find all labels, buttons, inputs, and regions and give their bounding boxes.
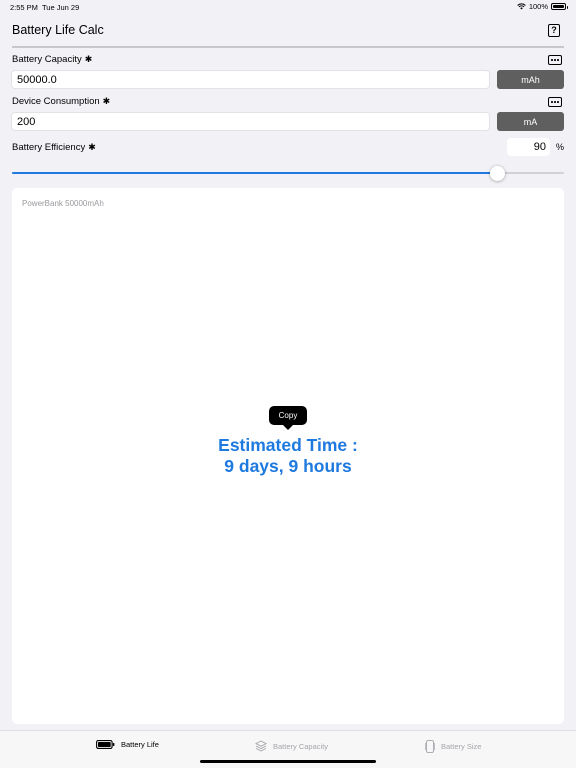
capacity-unit-button[interactable]: mAh	[497, 70, 564, 89]
status-battery-percent: 100%	[528, 2, 548, 11]
required-icon: ✱	[84, 54, 93, 64]
capacity-label-text: Battery Capacity	[12, 54, 82, 65]
home-indicator	[200, 760, 376, 763]
consumption-more-button[interactable]	[548, 97, 562, 107]
tab-battery-life[interactable]: Battery Life	[96, 740, 159, 749]
percent-sign: %	[555, 142, 564, 152]
result-caption: PowerBank 50000mAh	[22, 199, 104, 208]
tab-battery-life-label: Battery Life	[121, 740, 159, 749]
required-icon: ✱	[102, 96, 111, 106]
capacity-label: Battery Capacity ✱	[12, 54, 92, 65]
phone-size-icon	[425, 740, 435, 753]
efficiency-slider-thumb[interactable]	[490, 165, 506, 181]
status-time: 2:55 PM	[10, 3, 38, 12]
wifi-icon	[517, 3, 526, 10]
status-bar: 2:55 PM Tue Jun 29 100%	[0, 0, 576, 14]
status-date: Tue Jun 29	[42, 3, 80, 12]
copy-button[interactable]: Copy	[269, 406, 307, 430]
required-icon: ✱	[88, 142, 96, 152]
tab-battery-size-label: Battery Size	[441, 742, 482, 751]
tab-battery-capacity[interactable]: Battery Capacity	[255, 740, 328, 752]
consumption-label-text: Device Consumption	[12, 96, 100, 107]
efficiency-slider[interactable]	[12, 165, 564, 181]
capacity-more-button[interactable]	[548, 55, 562, 65]
battery-icon	[96, 740, 115, 749]
status-right: 100%	[517, 2, 568, 11]
status-battery-icon	[551, 3, 568, 10]
efficiency-label-text: Battery Efficiency	[12, 142, 86, 153]
capacity-input[interactable]: 50000.0	[11, 70, 490, 89]
consumption-label: Device Consumption ✱	[12, 96, 110, 107]
consumption-unit-button[interactable]: mA	[497, 112, 564, 131]
tab-battery-capacity-label: Battery Capacity	[273, 741, 329, 751]
estimated-time-text[interactable]: Estimated Time : 9 days, 9 hours	[12, 435, 564, 477]
help-button[interactable]: ?	[548, 24, 560, 37]
tab-battery-size[interactable]: Battery Size	[425, 740, 481, 753]
page-title: Battery Life Calc	[12, 23, 104, 37]
efficiency-input[interactable]: 90	[507, 138, 550, 156]
result-card: PowerBank 50000mAh Copy Estimated Time :…	[12, 188, 564, 724]
layers-icon	[255, 740, 267, 752]
question-mark-icon: ?	[551, 25, 557, 35]
efficiency-slider-fill	[12, 171, 498, 174]
consumption-input[interactable]: 200	[11, 112, 490, 131]
efficiency-label: Battery Efficiency ✱	[12, 142, 96, 153]
nav-divider	[12, 46, 564, 48]
